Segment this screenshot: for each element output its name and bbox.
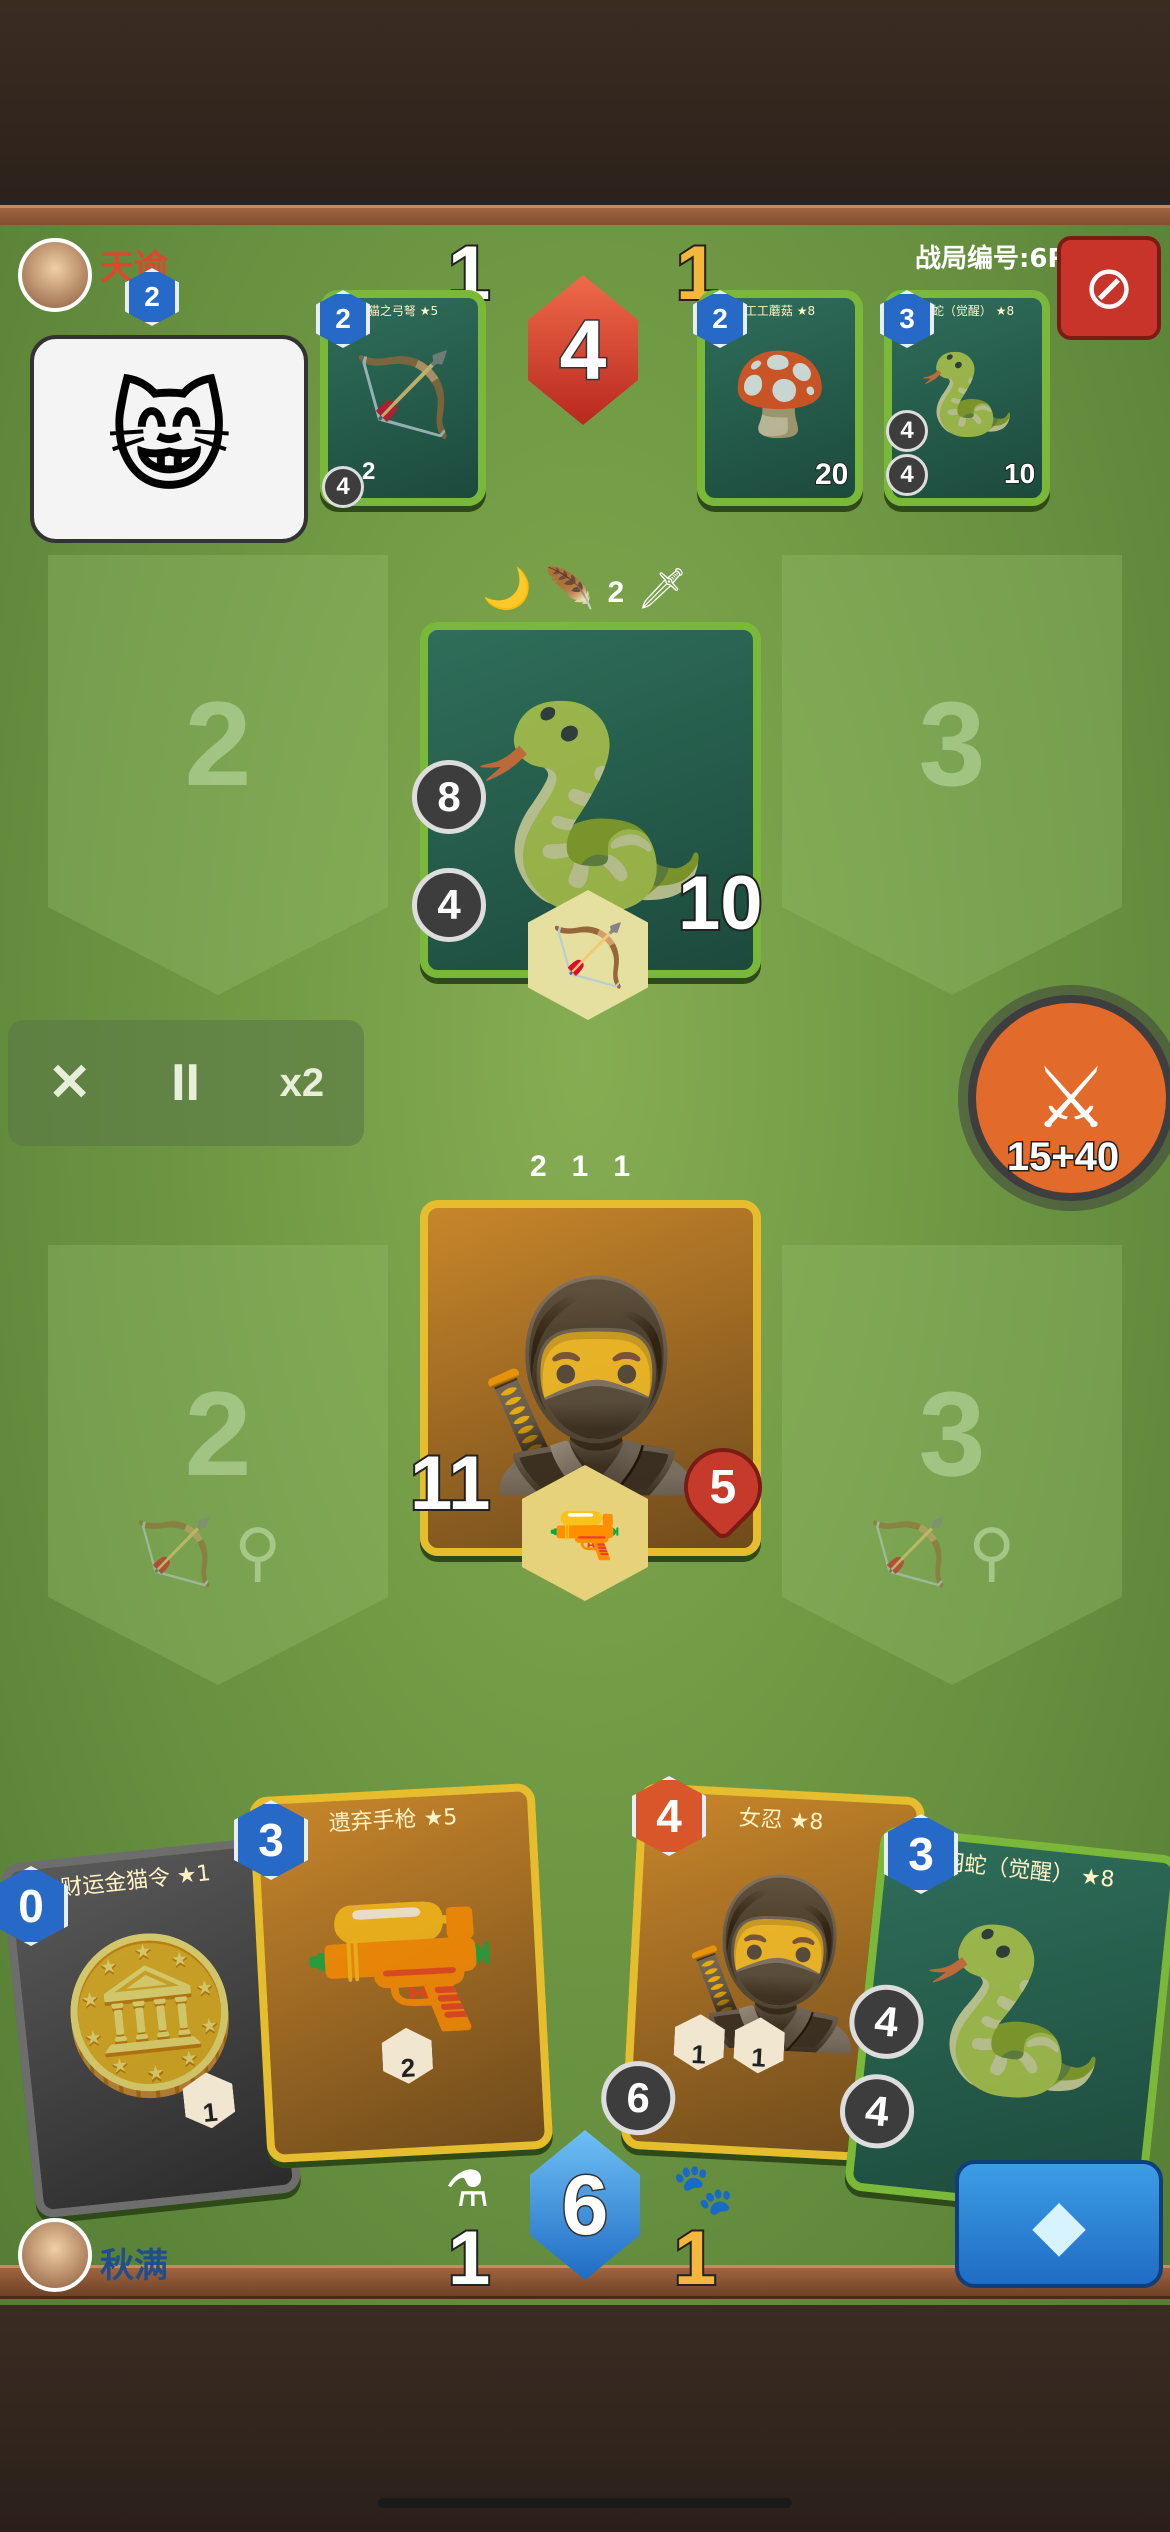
slot-number: 2 xyxy=(184,677,252,811)
card-attack: 4 xyxy=(322,466,364,508)
player-name: 秋满 xyxy=(100,2246,168,2286)
deck-button[interactable]: ◆ xyxy=(955,2160,1163,2288)
card-hp: 20 xyxy=(814,457,849,492)
cat-emote-icon: 😸 xyxy=(106,369,232,509)
home-indicator[interactable] xyxy=(378,2498,792,2508)
ribbon-count: 2 xyxy=(607,576,625,609)
ribbon-value-3: 1 xyxy=(613,1150,631,1183)
card-hp: 2 xyxy=(362,458,376,485)
player-attack: 11 xyxy=(408,1439,492,1528)
slot-number: 3 xyxy=(918,677,986,811)
ribbon-value-2: 1 xyxy=(571,1150,589,1183)
enemy-attack-stat: 4 xyxy=(412,868,486,942)
close-button[interactable]: ✕ xyxy=(48,1053,92,1113)
top-frame xyxy=(0,0,1170,225)
slot-number: 2 xyxy=(184,1367,252,1501)
ribbon-value-1: 2 xyxy=(529,1150,547,1183)
player-slot-left[interactable]: 2 🏹⚲ xyxy=(48,1245,388,1685)
card-attack: 4 xyxy=(886,454,928,496)
player-avatar[interactable] xyxy=(18,2218,92,2292)
bow-and-hook-icons: 🏹⚲ xyxy=(868,1516,1036,1590)
bow-and-hook-icons: 🏹⚲ xyxy=(134,1516,302,1590)
battle-controls: ✕ II x2 xyxy=(8,1020,364,1146)
paw-icon: 🐾 xyxy=(672,2160,735,2218)
player-slot-right[interactable]: 3 🏹⚲ xyxy=(782,1245,1122,1685)
crossed-swords-icon: ⚔ xyxy=(1033,1049,1109,1147)
enemy-slot-right[interactable]: 3 xyxy=(782,555,1122,995)
mushroom-icon: 🍄 xyxy=(730,348,830,441)
player-active-ribbon: 2 1 1 xyxy=(500,1150,660,1184)
gold-coin-icon: 🪙 xyxy=(47,1919,252,2113)
fight-bonus-label: 15+40 xyxy=(1005,1134,1120,1181)
slot-number: 3 xyxy=(918,1367,986,1501)
eye-off-icon: ⊘ xyxy=(1083,253,1135,323)
enemy-ranged-stat: 8 xyxy=(412,760,486,834)
card-cost: 2 xyxy=(316,290,370,348)
crystal-deck-icon: ◆ xyxy=(1032,2183,1086,2265)
opponent-board-card-1[interactable]: 猫之弓弩 ★5 🏹 2 4 2 xyxy=(316,290,486,508)
hide-toggle-button[interactable]: ⊘ xyxy=(1057,236,1161,340)
speed-button[interactable]: x2 xyxy=(280,1061,325,1106)
opponent-avatar[interactable] xyxy=(18,238,92,312)
card-hp: 10 xyxy=(1003,457,1036,490)
enemy-active-ribbon: 🌙 🪶 2 🗡 xyxy=(470,565,700,612)
opponent-emote-bubble: 😸 xyxy=(30,335,308,543)
potion-icon: ⚗ xyxy=(445,2160,490,2218)
moon-icon: 🌙 xyxy=(482,566,533,612)
player-score-left: 1 xyxy=(446,2214,492,2303)
opponent-board-card-3[interactable]: 羽蛇（觉醒） ★8 🐍 3 4 4 10 xyxy=(880,290,1050,506)
enemy-slot-left[interactable]: 2 xyxy=(48,555,388,995)
crossbow-icon: 🏹 xyxy=(353,348,453,441)
card-defense: 4 xyxy=(886,410,928,452)
enemy-hp: 10 xyxy=(676,859,765,948)
pause-button[interactable]: II xyxy=(171,1053,200,1113)
card-cost: 3 xyxy=(880,290,934,348)
player-score-right: 1 xyxy=(672,2214,718,2303)
feather-icon: 🪶 xyxy=(544,566,595,612)
card-cost: 2 xyxy=(693,290,747,348)
dagger-icon: 🗡 xyxy=(636,566,688,612)
player-hp: 5 xyxy=(709,1460,737,1514)
opponent-board-card-2[interactable]: 工工蘑菇 ★8 🍄 2 20 xyxy=(693,290,863,506)
